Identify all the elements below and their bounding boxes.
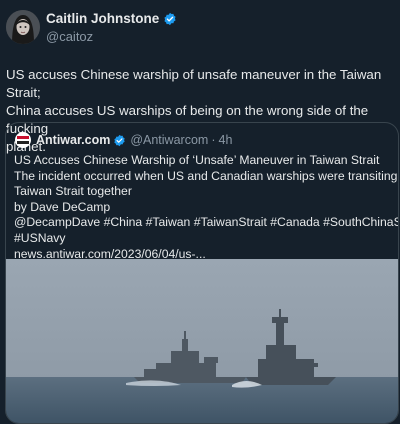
quote-hashtags[interactable]: #USNavy (14, 231, 394, 247)
quote-separator: · (211, 133, 216, 147)
warships-photo-icon (6, 259, 398, 423)
quote-byline: by Dave DeCamp (14, 199, 111, 214)
author-handle[interactable]: @caitoz (46, 29, 177, 44)
tweet-text-line: US accuses Chinese warship of unsafe man… (6, 67, 382, 100)
author-block: Caitlin Johnstone @caitoz (46, 11, 177, 44)
name-row: Caitlin Johnstone (46, 11, 177, 26)
verified-badge-icon (164, 12, 176, 25)
quote-header: Antiwar.com @Antiwarcom · 4h (15, 132, 232, 148)
quoted-tweet-card[interactable]: Antiwar.com @Antiwarcom · 4h US Accuses … (5, 122, 399, 424)
author-name[interactable]: Caitlin Johnstone (46, 11, 159, 26)
tweet: Caitlin Johnstone @caitoz US accuses Chi… (0, 0, 400, 424)
quote-text-line: The incident occurred when US and Canadi… (14, 168, 399, 183)
avatar-portrait-icon (6, 10, 40, 44)
warships-photo[interactable] (6, 259, 398, 423)
quote-headline: US Accuses Chinese Warship of ‘Unsafe’ M… (14, 153, 380, 167)
quote-hashtags[interactable]: @DecampDave #China #Taiwan #TaiwanStrait… (14, 215, 398, 231)
quote-author-name[interactable]: Antiwar.com (36, 133, 110, 147)
avatar[interactable] (6, 10, 40, 44)
quote-timestamp[interactable]: 4h (219, 133, 233, 147)
quote-text-line: Taiwan Strait together (14, 184, 132, 199)
antiwar-logo-icon (15, 132, 31, 148)
quote-body: US Accuses Chinese Warship of ‘Unsafe’ M… (14, 153, 399, 262)
quote-author-handle[interactable]: @Antiwarcom (130, 133, 208, 147)
verified-badge-icon (114, 134, 125, 146)
